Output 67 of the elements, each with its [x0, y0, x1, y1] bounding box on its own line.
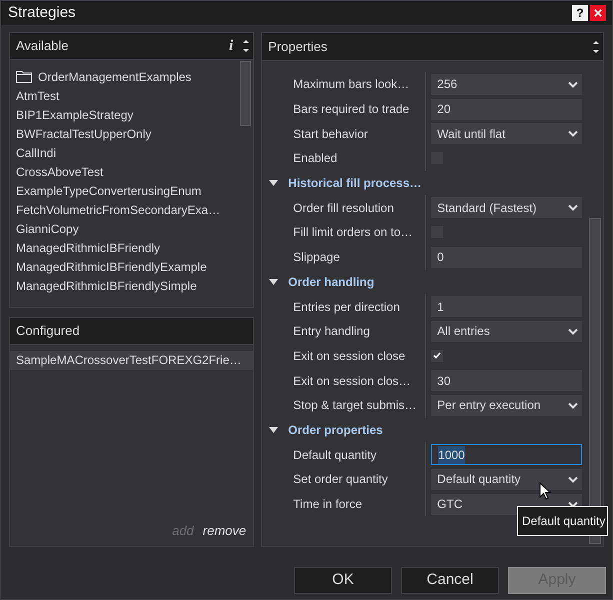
configured-item[interactable]: SampleMACrossoverTestFOREXG2Frie… [10, 351, 254, 370]
folder-item[interactable]: OrderManagementExamples [38, 68, 192, 86]
property-label: Set order quantity [292, 471, 389, 488]
dropdown[interactable]: Wait until flat [431, 123, 582, 144]
strategy-item[interactable]: ManagedRithmicIBFriendlySimple [16, 277, 240, 296]
property-label: Entries per direction [292, 298, 401, 316]
tooltip: Default quantity [517, 506, 608, 536]
strategy-item[interactable]: CrossAboveTest [16, 163, 240, 182]
chevron-down-icon [568, 80, 578, 88]
strategy-item[interactable]: GianniCopy [16, 220, 240, 239]
strategy-item[interactable]: BWFractalTestUpperOnly [16, 125, 240, 144]
dropdown[interactable]: 256 [431, 74, 582, 95]
dialog-button[interactable]: OK [294, 567, 392, 594]
chevron-down-icon [568, 402, 578, 409]
strategy-item[interactable]: AtmTest [16, 87, 240, 106]
text-field[interactable]: 1 [431, 296, 582, 318]
category-header[interactable]: Order properties [288, 420, 383, 439]
text-field[interactable]: 1000 [431, 444, 582, 466]
category-header[interactable]: Historical fill process… [288, 174, 422, 192]
chevron-down-icon [568, 476, 578, 483]
property-label: Time in force [292, 496, 364, 514]
text-field[interactable]: 30 [431, 370, 582, 392]
property-label: Default quantity [292, 446, 378, 464]
property-label: Slippage [292, 249, 341, 266]
strategy-item[interactable]: CallIndi [16, 144, 240, 163]
property-label: Stop & target submis… [292, 397, 418, 414]
strategy-item[interactable]: ManagedRithmicIBFriendly [16, 239, 240, 258]
property-label: Maximum bars look… [292, 76, 410, 94]
info-button[interactable]: i [228, 34, 234, 58]
property-label: Enabled [292, 150, 338, 168]
checkbox[interactable] [431, 350, 444, 362]
property-label: Exit on session clos… [292, 372, 412, 390]
window-title: Strategies [8, 2, 77, 23]
panel-title: Available [16, 37, 70, 56]
collapse-arrow-icon[interactable] [269, 180, 278, 186]
chevron-down-icon [568, 500, 578, 508]
collapse-arrow-icon[interactable] [269, 278, 278, 285]
mouse-cursor-icon [539, 482, 551, 500]
chevron-down-icon [568, 130, 578, 138]
dropdown[interactable]: Per entry execution [431, 394, 582, 416]
strategy-item[interactable]: BIP1ExampleStrategy [16, 106, 240, 125]
property-label: Order fill resolution [292, 200, 395, 217]
text-field[interactable]: 20 [431, 98, 582, 120]
chevron-down-icon [568, 328, 578, 335]
dialog-button[interactable]: Cancel [401, 567, 499, 594]
panel-title: Configured [16, 322, 80, 340]
remove-link[interactable]: remove [202, 520, 246, 540]
property-label: Fill limit orders on to… [292, 224, 414, 242]
strategy-item[interactable]: ManagedRithmicIBFriendlyExample [16, 258, 240, 277]
scrollbar[interactable] [240, 61, 252, 126]
strategy-item[interactable]: ExampleTypeConverterusingEnum [16, 182, 240, 201]
dropdown[interactable]: All entries [431, 320, 582, 342]
property-label: Exit on session close [292, 348, 406, 365]
property-label: Start behavior [292, 126, 369, 143]
dropdown[interactable]: Standard (Fastest) [431, 197, 582, 218]
dropdown[interactable]: Default quantity [431, 468, 582, 490]
chevron-down-icon [568, 204, 578, 212]
collapse-arrow-icon[interactable] [269, 426, 278, 433]
category-header[interactable]: Order handling [288, 272, 374, 291]
close-button[interactable]: × [590, 5, 606, 21]
folder-icon [16, 70, 32, 83]
strategy-item[interactable]: FetchVolumetricFromSecondaryExa… [16, 201, 240, 220]
text-field[interactable]: 0 [431, 246, 582, 268]
help-button[interactable]: ? [572, 5, 588, 21]
panel-title: Properties [268, 38, 328, 56]
property-label: Bars required to trade [292, 101, 410, 118]
property-label: Entry handling [292, 323, 371, 340]
